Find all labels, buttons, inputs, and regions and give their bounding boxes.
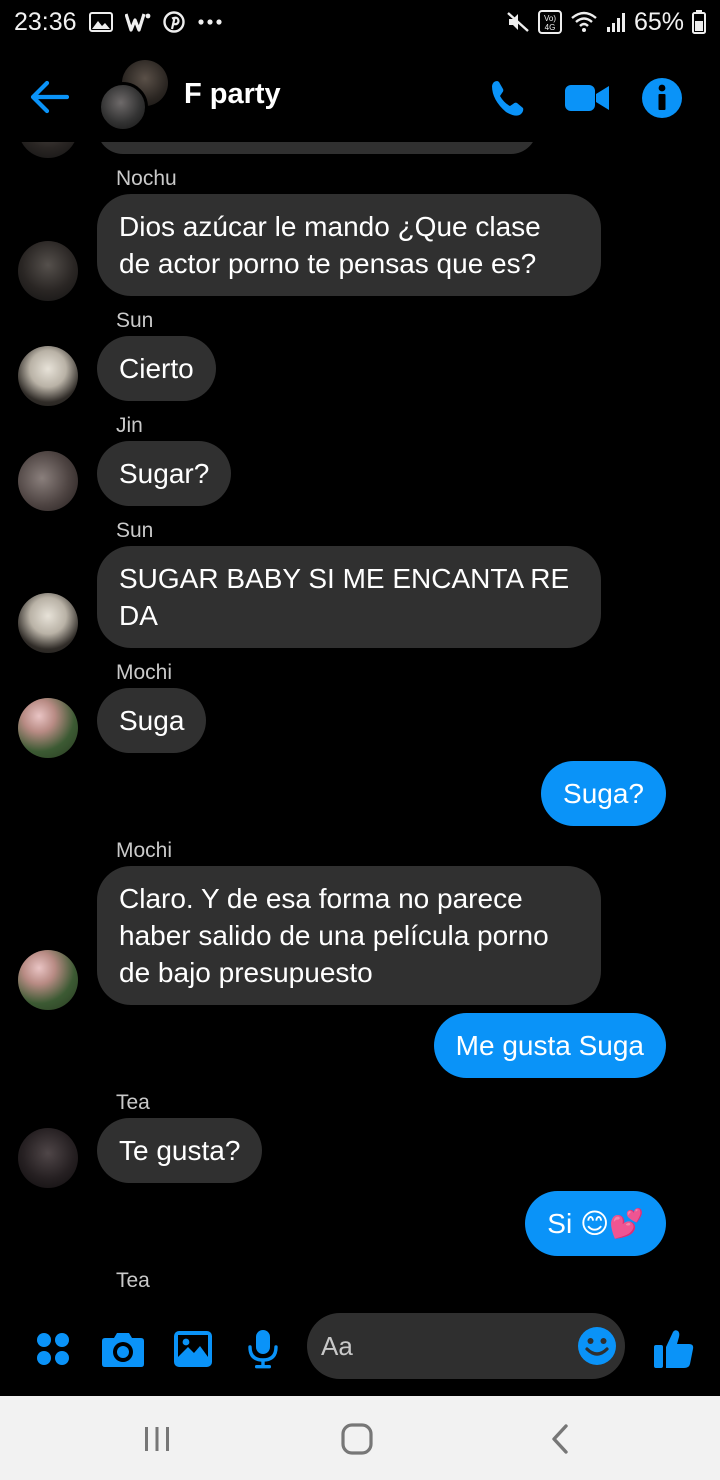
avatar-mochi[interactable] [18, 950, 78, 1010]
recent-apps-icon[interactable] [134, 1416, 180, 1462]
group-avatar[interactable] [98, 60, 170, 132]
message-bubble-incoming[interactable]: Sugar? [97, 441, 232, 506]
previous-message-bubble [97, 142, 537, 154]
microphone-icon[interactable] [239, 1325, 287, 1373]
more-dots-icon [197, 18, 223, 26]
avatar-sun[interactable] [18, 593, 78, 653]
thumbs-up-icon[interactable] [650, 1325, 698, 1373]
message-input[interactable] [321, 1323, 571, 1369]
avatar-tea[interactable] [18, 1128, 78, 1188]
message-bubble-outgoing[interactable]: Me gusta Suga [433, 1013, 666, 1078]
chat-header: F party [0, 52, 720, 142]
message-bubble-incoming[interactable]: Cierto [97, 336, 216, 401]
w-app-icon [124, 12, 151, 32]
message-bubble-outgoing[interactable]: Suga? [541, 761, 666, 826]
gallery-image-icon[interactable] [169, 1325, 217, 1373]
message-bubble-incoming[interactable]: Dios azúcar le mando ¿Que clase de actor… [97, 194, 601, 296]
message-bubble-incoming[interactable]: Te gusta? [97, 1118, 263, 1183]
svg-text:4G: 4G [545, 23, 556, 32]
sender-name: Tea [116, 1091, 150, 1114]
gallery-icon [88, 12, 113, 32]
sender-name: Tea [116, 1269, 150, 1292]
composer-bar [0, 1302, 720, 1396]
message-bubble-incoming[interactable]: Suga [97, 688, 207, 753]
back-arrow-icon[interactable] [26, 74, 72, 120]
video-call-icon[interactable] [563, 74, 611, 122]
phone-call-icon[interactable] [484, 74, 532, 122]
message-bubble-outgoing[interactable]: Si 😊💕 [525, 1191, 666, 1256]
avatar-sun[interactable] [18, 346, 78, 406]
message-list[interactable]: Nochu Dios azúcar le mando ¿Que clase de… [0, 142, 720, 1302]
volte-icon: Vo) 4G [537, 10, 562, 34]
back-nav-icon[interactable] [537, 1416, 583, 1462]
sender-name: Sun [116, 519, 154, 542]
chat-title[interactable]: F party [184, 78, 281, 111]
battery-icon [692, 10, 706, 34]
sender-name: Nochu [116, 167, 177, 190]
camera-icon[interactable] [99, 1325, 147, 1373]
wifi-icon [570, 11, 598, 33]
avatar-nochu[interactable] [18, 241, 78, 301]
sender-name: Mochi [116, 839, 173, 862]
pinterest-icon [162, 11, 185, 33]
svg-text:Vo): Vo) [544, 14, 556, 23]
mute-icon [506, 11, 530, 33]
signal-icon [606, 11, 626, 33]
message-input-container[interactable] [307, 1313, 625, 1379]
home-icon[interactable] [334, 1416, 380, 1462]
avatar-previous [18, 142, 78, 158]
message-bubble-incoming[interactable]: Claro. Y de esa forma no parece haber sa… [97, 866, 601, 1005]
battery-percent: 65% [633, 7, 684, 36]
sender-name: Sun [116, 309, 154, 332]
more-actions-icon[interactable] [29, 1325, 77, 1373]
group-avatar-member-2 [98, 82, 148, 132]
avatar-jin[interactable] [18, 451, 78, 511]
message-bubble-incoming[interactable]: SUGAR BABY SI ME ENCANTA RE DA [97, 546, 601, 648]
sender-name: Mochi [116, 661, 173, 684]
info-icon[interactable] [638, 74, 686, 122]
status-time: 23:36 [14, 7, 77, 36]
avatar-mochi[interactable] [18, 698, 78, 758]
status-bar: 23:36 Vo) 4G 65% [0, 0, 720, 44]
sender-name: Jin [116, 414, 143, 437]
emoji-icon[interactable] [577, 1326, 617, 1366]
system-navigation-bar [0, 1396, 720, 1480]
